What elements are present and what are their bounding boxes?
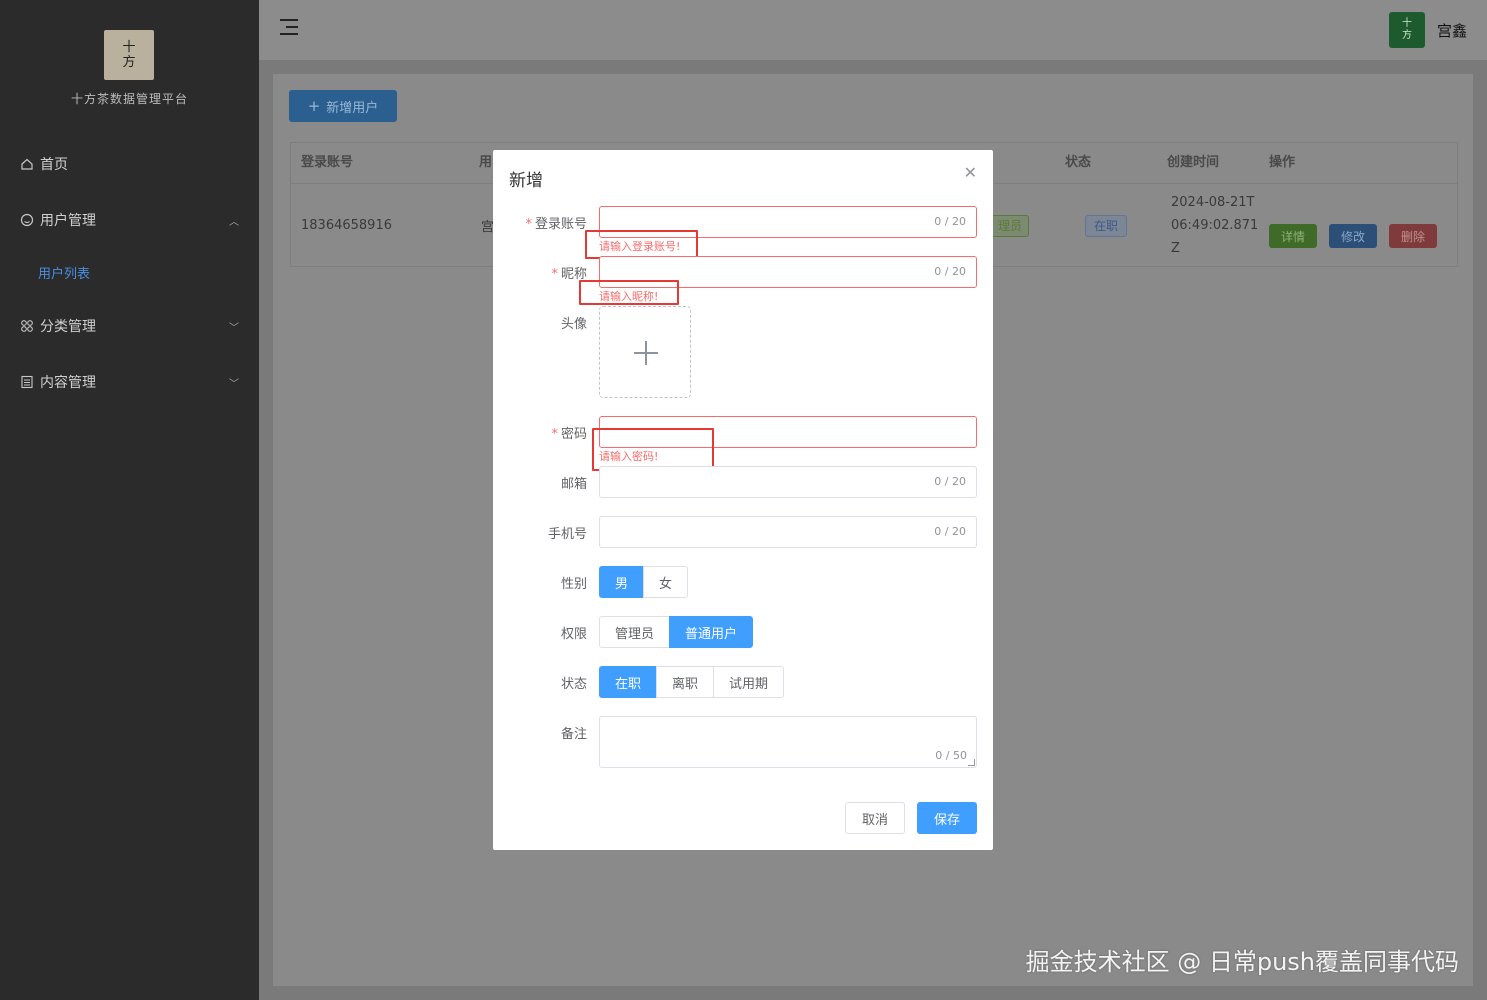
logo-line1: 十 [122, 40, 136, 55]
column-header-status: 状态 [1065, 155, 1092, 170]
phone-char-count: 0 / 20 [934, 525, 966, 538]
column-header-login: 登录账号 [301, 155, 354, 170]
dialog-title: 新增 [509, 171, 543, 191]
menu-item-user-management[interactable]: 用户管理 ︿ [0, 200, 259, 240]
gender-radio-group: 男 女 [599, 566, 689, 598]
home-icon [21, 158, 33, 170]
column-header-actions: 操作 [1269, 155, 1296, 170]
status-radio-group: 在职 离职 试用期 [599, 666, 785, 698]
avatar-line2: 方 [1402, 30, 1412, 41]
permission-option-user[interactable]: 普通用户 [669, 616, 754, 648]
menu-item-label: 首页 [40, 157, 68, 173]
logo-line2: 方 [122, 55, 136, 70]
menu-item-label: 用户管理 [40, 213, 96, 229]
status-option-resigned[interactable]: 离职 [656, 666, 715, 698]
add-user-label: 新增用户 [326, 100, 379, 116]
permission-radio-group: 管理员 普通用户 [599, 616, 754, 648]
avatar-upload[interactable] [599, 306, 691, 398]
phone-label: 手机号 [547, 527, 587, 542]
user-circle-icon [20, 213, 34, 227]
menu-item-label: 用户列表 [38, 266, 91, 282]
menu-item-home[interactable]: 首页 [0, 144, 259, 184]
nickname-char-count: 0 / 20 [934, 265, 966, 278]
remark-textarea[interactable]: 0 / 50 [599, 716, 977, 768]
chevron-down-icon: ﹀ [229, 378, 239, 390]
role-badge: 理员 [991, 215, 1030, 237]
remark-label: 备注 [560, 727, 587, 742]
add-user-button[interactable]: + 新增用户 [289, 90, 397, 122]
plus-icon-stroke [645, 341, 647, 365]
avatar-line1: 十 [1402, 18, 1412, 29]
save-button[interactable]: 保存 [917, 802, 977, 834]
column-header-created: 创建时间 [1167, 155, 1220, 170]
plus-icon: + [307, 97, 321, 115]
avatar[interactable]: 十 方 [1389, 12, 1425, 48]
phone-input[interactable]: 0 / 20 [599, 516, 977, 548]
user-name[interactable]: 宫鑫 [1437, 20, 1467, 41]
sidebar: 十 方 十方茶数据管理平台 首页 用户管理 ︿ 用户列表 分类管理 ﹀ 内容管理… [0, 0, 259, 1000]
menu-item-content-management[interactable]: 内容管理 ﹀ [0, 362, 259, 402]
email-label: 邮箱 [560, 477, 587, 492]
permission-option-admin[interactable]: 管理员 [599, 616, 671, 648]
highlight-box [579, 280, 679, 305]
permission-label: 权限 [560, 627, 587, 642]
status-badge: 在职 [1085, 215, 1128, 237]
resize-handle-icon[interactable] [968, 759, 975, 766]
status-label: 状态 [560, 677, 587, 692]
nickname-label: * 昵称 [551, 267, 587, 282]
menu-item-category-management[interactable]: 分类管理 ﹀ [0, 306, 259, 346]
add-user-dialog: 新增 ✕ * 登录账号 0 / 20 请输入登录账号! * 昵称 0 / 20 请输… [493, 150, 993, 850]
password-label: * 密码 [551, 427, 587, 442]
cell-created: 2024-08-21T06:49:02.871Z [1171, 195, 1259, 256]
menu-item-label: 分类管理 [40, 319, 96, 335]
app-logo: 十 方 [104, 30, 154, 80]
menu-toggle-icon[interactable] [280, 19, 298, 39]
menu-item-label: 内容管理 [40, 375, 96, 391]
menu-item-user-list[interactable]: 用户列表 [0, 252, 259, 292]
status-option-probation[interactable]: 试用期 [713, 666, 785, 698]
platform-name: 十方茶数据管理平台 [70, 92, 188, 106]
login-label: * 登录账号 [525, 217, 587, 232]
details-button[interactable]: 详情 [1269, 224, 1317, 248]
chevron-up-icon: ︿ [229, 216, 239, 228]
highlight-box [585, 230, 698, 259]
cell-login: 18364658916 [301, 218, 392, 233]
edit-button[interactable]: 修改 [1329, 224, 1377, 248]
cancel-button[interactable]: 取消 [845, 802, 905, 834]
gender-label: 性别 [560, 577, 587, 592]
highlight-box [592, 428, 714, 471]
gender-option-female[interactable]: 女 [643, 566, 689, 598]
status-option-employed[interactable]: 在职 [599, 666, 658, 698]
login-char-count: 0 / 20 [934, 215, 966, 228]
email-input[interactable]: 0 / 20 [599, 466, 977, 498]
remark-char-count: 0 / 50 [935, 749, 967, 762]
gender-option-male[interactable]: 男 [599, 566, 645, 598]
avatar-label: 头像 [560, 317, 587, 332]
delete-button[interactable]: 删除 [1389, 224, 1437, 248]
watermark: 掘金技术社区 @ 日常push覆盖同事代码 [1025, 948, 1459, 976]
document-icon [21, 375, 33, 389]
top-header: 十 方 宫鑫 [259, 0, 1487, 60]
chevron-down-icon: ﹀ [229, 322, 239, 334]
email-char-count: 0 / 20 [934, 475, 966, 488]
grid-icon [21, 320, 33, 332]
close-icon[interactable]: ✕ [964, 163, 977, 182]
